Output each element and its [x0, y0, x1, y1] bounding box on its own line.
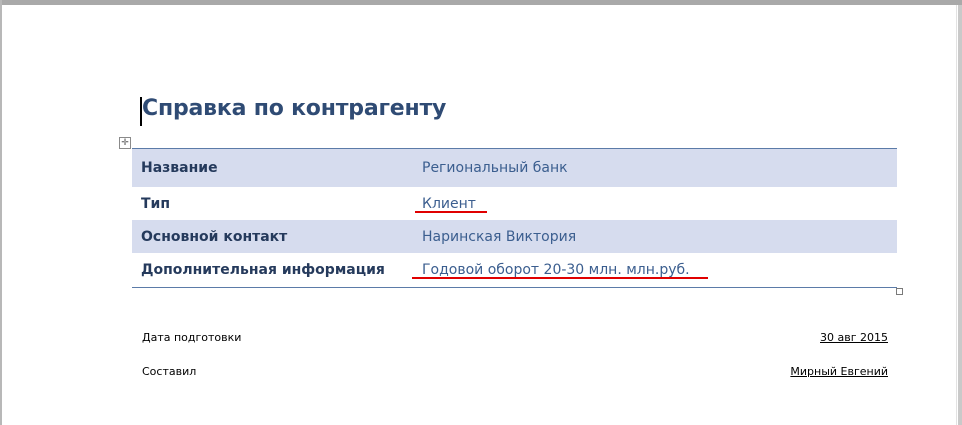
author-value[interactable]: Мирный Евгений — [790, 365, 888, 378]
table-row: Основной контакт Наринская Виктория — [132, 220, 897, 253]
spellcheck-underline — [415, 211, 487, 213]
date-value[interactable]: 30 авг 2015 — [820, 331, 888, 344]
row-value-contact[interactable]: Наринская Виктория — [422, 229, 576, 245]
table-row: Дополнительная информация Годовой оборот… — [132, 253, 897, 287]
table-resize-handle[interactable] — [896, 288, 903, 295]
row-value-extra-info[interactable]: Годовой оборот 20-30 млн. млн.руб. — [422, 262, 690, 278]
window-right-border — [958, 5, 962, 425]
document-title[interactable]: Справка по контрагенту — [142, 96, 446, 121]
row-label-contact[interactable]: Основной контакт — [141, 229, 287, 245]
row-value-name[interactable]: Региональный банк — [422, 160, 568, 176]
table-move-handle-icon[interactable]: ✛ — [119, 137, 131, 149]
window-left-border — [0, 0, 2, 425]
date-label[interactable]: Дата подготовки — [142, 331, 241, 344]
row-label-name[interactable]: Название — [141, 160, 218, 176]
counterparty-table: Название Региональный банк Тип Клиент Ос… — [132, 148, 897, 288]
row-value-type[interactable]: Клиент — [422, 196, 476, 212]
table-row: Тип Клиент — [132, 187, 897, 220]
page-edge — [956, 5, 957, 425]
window-top-border — [0, 0, 962, 5]
spellcheck-underline — [412, 277, 708, 279]
row-label-extra-info[interactable]: Дополнительная информация — [141, 262, 385, 278]
author-label[interactable]: Составил — [142, 365, 196, 378]
row-label-type[interactable]: Тип — [141, 196, 170, 212]
table-row: Название Региональный банк — [132, 149, 897, 187]
